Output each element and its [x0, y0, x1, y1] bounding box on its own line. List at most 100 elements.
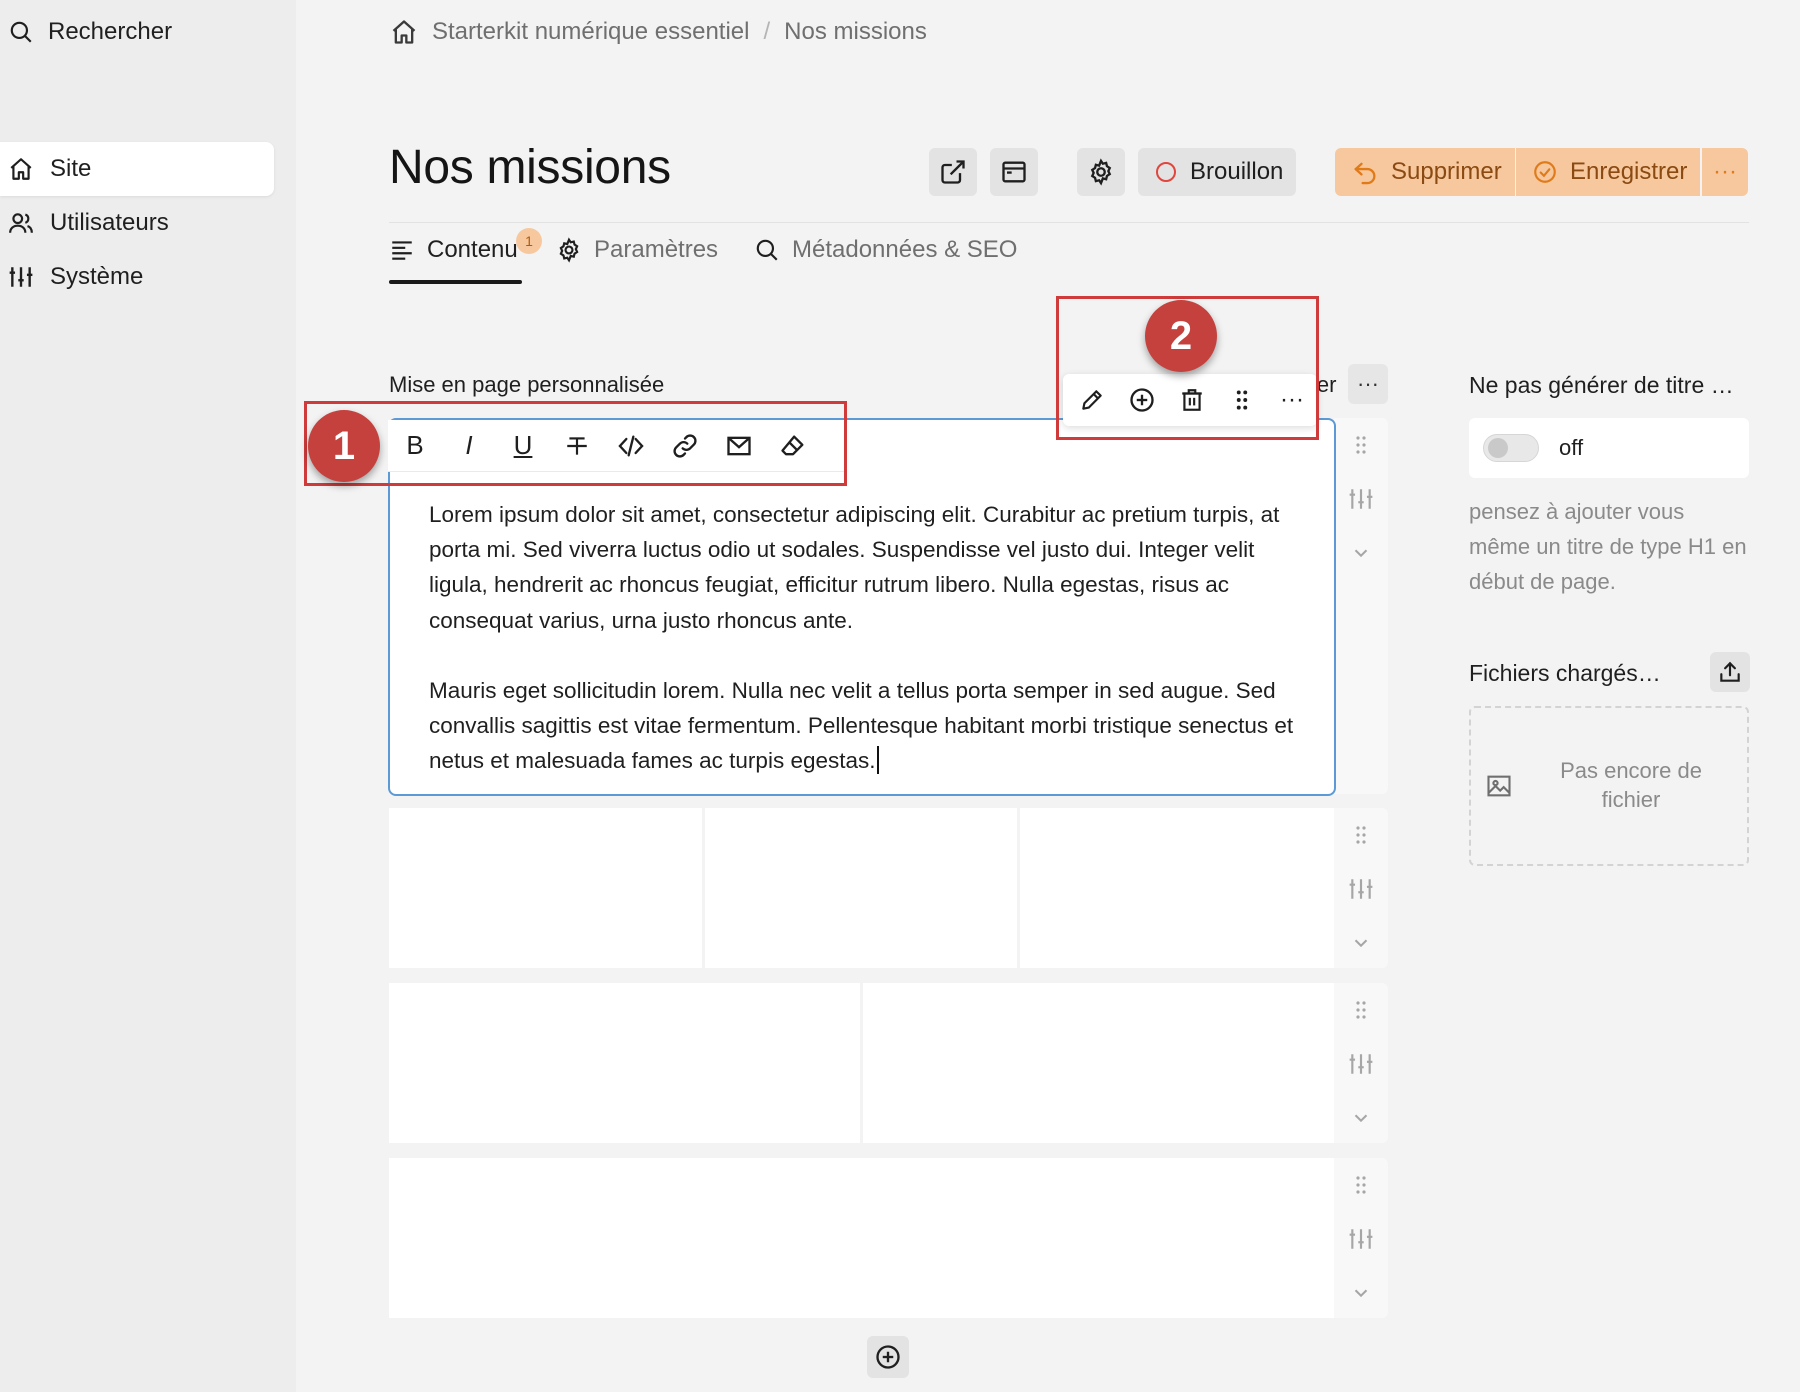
more-dots-icon: ··· [1713, 158, 1737, 185]
no-files-text: Pas encore de fichier [1560, 758, 1702, 812]
drag-row-handle[interactable] [1346, 1170, 1376, 1200]
tab-metadata-seo[interactable]: Métadonnées & SEO [754, 236, 1017, 264]
paragraph: Lorem ipsum dolor sit amet, consectetur … [429, 502, 1280, 633]
no-title-toggle-card: off [1469, 418, 1749, 478]
tab-content[interactable]: Contenu [389, 236, 518, 264]
sidebar-item-label: Système [50, 263, 144, 290]
layout-column[interactable] [705, 808, 1017, 968]
settings-button[interactable] [1077, 148, 1125, 196]
row-settings-button[interactable] [1346, 484, 1376, 514]
breadcrumb-separator: / [763, 18, 771, 45]
upload-button[interactable] [1710, 652, 1750, 692]
row-controls [1334, 418, 1388, 794]
sidebar-item-label: Utilisateurs [50, 209, 169, 236]
sidebar: Rechercher Site Utilisateurs Système [0, 0, 296, 1392]
row-collapse-button[interactable] [1346, 538, 1376, 568]
section-more-button[interactable]: ··· [1348, 364, 1388, 404]
sliders-icon [1348, 486, 1374, 512]
chevron-down-icon [1350, 932, 1372, 954]
sidebar-search-label: Rechercher [48, 18, 173, 45]
no-title-toggle[interactable] [1483, 434, 1539, 462]
text-align-icon [389, 237, 415, 263]
breadcrumb: Starterkit numérique essentiel / Nos mis… [390, 18, 927, 46]
drag-dots-icon [1353, 998, 1369, 1022]
annotation-marker-2: 2 [1145, 300, 1217, 372]
text-caret [876, 746, 879, 775]
layout-section-label: Mise en page personnalisée [389, 372, 665, 397]
sliders-icon [1348, 876, 1374, 902]
row-collapse-button[interactable] [1346, 928, 1376, 958]
sliders-icon [1348, 1051, 1374, 1077]
drag-dots-icon [1353, 823, 1369, 847]
gear-icon [556, 237, 582, 263]
tab-active-indicator [389, 280, 522, 284]
tab-badge: 1 [516, 228, 542, 254]
toggle-state-label: off [1559, 435, 1584, 460]
layout-column[interactable] [389, 808, 702, 968]
plus-circle-icon [874, 1343, 902, 1371]
row-settings-button[interactable] [1346, 874, 1376, 904]
layout-column[interactable] [389, 1158, 1334, 1318]
tab-label: Contenu [427, 236, 518, 263]
chevron-down-icon [1350, 542, 1372, 564]
save-button[interactable]: Enregistrer [1516, 148, 1700, 196]
tab-label: Métadonnées & SEO [792, 236, 1018, 263]
drag-row-handle[interactable] [1346, 995, 1376, 1025]
drag-dots-icon [1353, 1173, 1369, 1197]
delete-label: Supprimer [1391, 158, 1502, 185]
home-icon [8, 156, 34, 182]
drag-row-handle[interactable] [1346, 820, 1376, 850]
undo-arrow-icon [1351, 158, 1379, 186]
more-actions-button[interactable]: ··· [1702, 148, 1748, 196]
add-row-button[interactable] [867, 1336, 909, 1378]
sliders-icon [1348, 1226, 1374, 1252]
upload-icon [1717, 659, 1743, 685]
check-circle-icon [1532, 159, 1558, 185]
preview-button[interactable] [990, 148, 1038, 196]
sidebar-item-users[interactable]: Utilisateurs [0, 196, 274, 250]
search-icon [754, 237, 780, 263]
text-block-content[interactable]: Lorem ipsum dolor sit amet, consectetur … [429, 497, 1309, 778]
home-icon[interactable] [390, 18, 418, 46]
row-settings-button[interactable] [1346, 1049, 1376, 1079]
layout-column[interactable] [863, 983, 1334, 1143]
status-label: Brouillon [1190, 158, 1284, 185]
sidebar-item-system[interactable]: Système [0, 250, 274, 304]
row-collapse-button[interactable] [1346, 1278, 1376, 1308]
sidebar-item-label: Site [50, 155, 92, 182]
page-title: Nos missions [389, 141, 671, 194]
users-icon [8, 210, 34, 236]
no-title-hint: pensez à ajouter vous même un titre de t… [1469, 499, 1747, 594]
open-external-button[interactable] [929, 148, 977, 196]
tab-label: Paramètres [594, 236, 719, 263]
annotation-box-1 [304, 401, 847, 486]
paragraph: Mauris eget sollicitudin lorem. Nulla ne… [429, 677, 1294, 774]
header-divider [389, 222, 1749, 223]
browser-window-icon [1000, 158, 1028, 186]
gear-icon [1087, 158, 1115, 186]
image-icon [1485, 772, 1513, 800]
row-collapse-button[interactable] [1346, 1103, 1376, 1133]
drag-row-handle[interactable] [1346, 430, 1376, 460]
layout-column[interactable] [1020, 808, 1334, 968]
annotation-marker-1: 1 [308, 410, 380, 482]
row-settings-button[interactable] [1346, 1224, 1376, 1254]
search-icon [8, 19, 34, 45]
circle-status-icon [1154, 160, 1178, 184]
breadcrumb-item[interactable]: Starterkit numérique essentiel [432, 18, 749, 46]
layout-column[interactable] [389, 983, 860, 1143]
sidebar-search[interactable]: Rechercher [8, 18, 172, 46]
sidebar-item-site[interactable]: Site [0, 142, 274, 196]
external-link-icon [939, 158, 967, 186]
chevron-down-icon [1350, 1107, 1372, 1129]
sliders-icon [8, 264, 34, 290]
tab-settings[interactable]: Paramètres [556, 236, 718, 264]
delete-button[interactable]: Supprimer [1335, 148, 1515, 196]
chevron-down-icon [1350, 1282, 1372, 1304]
breadcrumb-item-current: Nos missions [784, 18, 927, 45]
save-label: Enregistrer [1570, 158, 1688, 185]
no-title-option-label: Ne pas générer de titre … [1469, 372, 1734, 398]
drag-dots-icon [1353, 433, 1369, 457]
files-label: Fichiers chargés… [1469, 660, 1661, 686]
status-draft-button[interactable]: Brouillon [1138, 148, 1296, 196]
